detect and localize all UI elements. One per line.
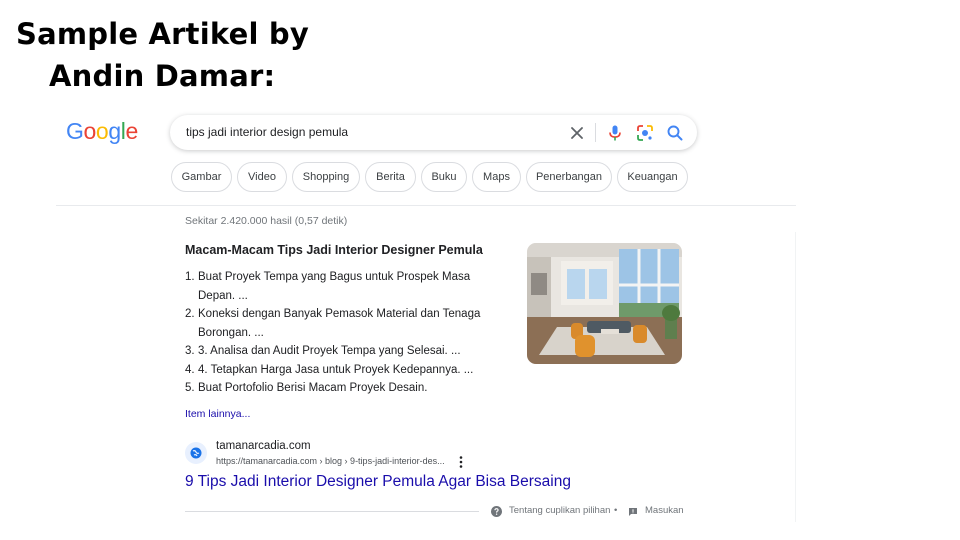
list-number: 3. xyxy=(185,345,195,357)
list-number: 2. xyxy=(185,308,195,320)
list-item: 5. Buat Portofolio Berisi Macam Proyek De… xyxy=(185,379,505,398)
list-item: 1. Buat Proyek Tempa yang Bagus untuk Pro… xyxy=(185,268,505,305)
lens-icon[interactable] xyxy=(635,123,655,143)
list-item-text: 4. Tetapkan Harga Jasa untuk Proyek Kede… xyxy=(198,363,474,376)
close-icon[interactable] xyxy=(567,123,587,143)
results-column-edge xyxy=(795,232,796,522)
more-options-icon[interactable] xyxy=(456,455,466,469)
google-logo[interactable]: Google xyxy=(66,118,138,145)
chip-buku[interactable]: Buku xyxy=(421,162,467,192)
footer-separator: • xyxy=(614,505,618,516)
search-box[interactable]: tips jadi interior design pemula xyxy=(170,115,697,150)
result-title-link[interactable]: 9 Tips Jadi Interior Designer Pemula Aga… xyxy=(185,473,571,491)
list-number: 5. xyxy=(185,382,195,394)
mic-icon[interactable] xyxy=(605,123,625,143)
logo-letter: o xyxy=(95,118,109,144)
about-snippets-link[interactable]: Tentang cuplikan pilihan xyxy=(509,505,610,516)
search-icon[interactable] xyxy=(665,123,685,143)
logo-letter: o xyxy=(83,118,97,144)
chip-penerbangan[interactable]: Penerbangan xyxy=(526,162,612,192)
living-room-photo[interactable] xyxy=(527,243,682,364)
site-favicon[interactable] xyxy=(185,442,207,464)
footer-divider xyxy=(185,511,479,512)
snippet-list: 1. Buat Proyek Tempa yang Bagus untuk Pro… xyxy=(185,268,505,398)
list-number: 1. xyxy=(185,271,195,283)
list-item: 2. Koneksi dengan Banyak Pemasok Material… xyxy=(185,305,505,342)
chip-gambar[interactable]: Gambar xyxy=(171,162,232,192)
list-item-text: Buat Portofolio Berisi Macam Proyek Desa… xyxy=(198,382,428,394)
search-box-divider xyxy=(595,123,596,142)
list-item: 3. 3. Analisa dan Audit Proyek Tempa yang… xyxy=(185,342,505,361)
chip-maps[interactable]: Maps xyxy=(472,162,521,192)
slide-title-line-2: Andin Damar: xyxy=(49,59,276,93)
chip-shopping[interactable]: Shopping xyxy=(292,162,360,192)
help-icon[interactable] xyxy=(491,506,502,517)
site-name[interactable]: tamanarcadia.com xyxy=(216,440,311,452)
list-item-text: 3. Analisa dan Audit Proyek Tempa yang S… xyxy=(198,345,461,357)
chip-keuangan[interactable]: Keuangan xyxy=(617,162,688,192)
feedback-icon[interactable] xyxy=(628,507,638,517)
header-divider xyxy=(56,205,796,206)
logo-letter: G xyxy=(66,118,84,144)
snippet-title: Macam-Macam Tips Jadi Interior Designer … xyxy=(185,243,483,257)
list-number: 4. xyxy=(185,363,195,376)
logo-letter: g xyxy=(108,118,121,144)
list-item-text: Koneksi dengan Banyak Pemasok Material d… xyxy=(198,308,481,339)
result-stats: Sekitar 2.420.000 hasil (0,57 detik) xyxy=(185,215,348,227)
globe-icon xyxy=(190,447,202,459)
more-items-link[interactable]: Item lainnya... xyxy=(185,408,250,420)
site-url[interactable]: https://tamanarcadia.com › blog › 9-tips… xyxy=(216,456,445,466)
chip-berita[interactable]: Berita xyxy=(365,162,416,192)
feedback-link[interactable]: Masukan xyxy=(645,505,684,516)
logo-letter: e xyxy=(125,118,138,144)
list-item: 4. 4. Tetapkan Harga Jasa untuk Proyek Ke… xyxy=(185,361,505,380)
search-input[interactable]: tips jadi interior design pemula xyxy=(186,115,348,150)
chip-video[interactable]: Video xyxy=(237,162,287,192)
slide-title-line-1: Sample Artikel by xyxy=(16,17,309,51)
list-item-text: Buat Proyek Tempa yang Bagus untuk Prosp… xyxy=(198,271,471,302)
